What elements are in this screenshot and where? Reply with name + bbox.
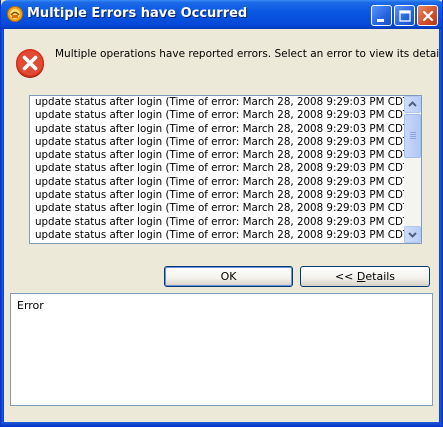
ok-button[interactable]: OK [164,266,293,287]
scroll-down-button[interactable] [404,226,421,243]
error-list-item[interactable]: update status after login (Time of error… [30,176,405,189]
error-list-item[interactable]: update status after login (Time of error… [30,96,405,109]
maximize-button[interactable] [394,5,415,26]
details-button-prefix: << [334,270,357,283]
error-list-item[interactable]: update status after login (Time of error… [30,149,405,162]
error-list-item[interactable]: update status after login (Time of error… [30,123,405,136]
vertical-scrollbar[interactable] [404,96,421,243]
close-icon [422,10,434,22]
details-text: Error [17,299,44,312]
ok-button-label: OK [220,270,237,283]
chevron-up-icon [408,101,417,107]
minimize-button[interactable] [371,5,392,26]
grip-line [410,132,416,133]
error-list-item[interactable]: update status after login (Time of error… [30,202,405,215]
error-list-item[interactable]: update status after login (Time of error… [30,229,405,242]
error-icon [16,49,44,78]
grip-line [410,136,416,137]
grip-line [410,134,416,135]
error-list-item[interactable]: update status after login (Time of error… [30,109,405,122]
details-panel[interactable]: Error [10,293,433,406]
window-title: Multiple Errors have Occurred [27,6,248,21]
minimize-icon [377,19,384,22]
error-list-items[interactable]: update status after login (Time of error… [30,96,405,243]
details-button-rest: etails [365,270,396,283]
window-border-bottom [1,422,442,426]
close-button[interactable] [417,5,438,26]
chevron-down-icon [408,232,417,238]
error-list[interactable]: update status after login (Time of error… [29,95,422,244]
error-dialog-window: Multiple Errors have Occurred Multiple o… [0,0,443,427]
grip-line [410,138,416,139]
error-list-item[interactable]: update status after login (Time of error… [30,162,405,175]
error-message: Multiple operations have reported errors… [55,48,443,60]
title-bar[interactable]: Multiple Errors have Occurred [1,0,442,29]
error-list-item[interactable]: update status after login (Time of error… [30,136,405,149]
error-list-item[interactable]: update status after login (Time of error… [30,189,405,202]
app-icon [7,6,23,22]
scroll-thumb[interactable] [404,114,421,158]
details-button[interactable]: << Details [300,266,430,287]
error-list-item[interactable]: update status after login (Time of error… [30,216,405,229]
scroll-up-button[interactable] [404,96,421,113]
maximize-icon [399,10,411,22]
